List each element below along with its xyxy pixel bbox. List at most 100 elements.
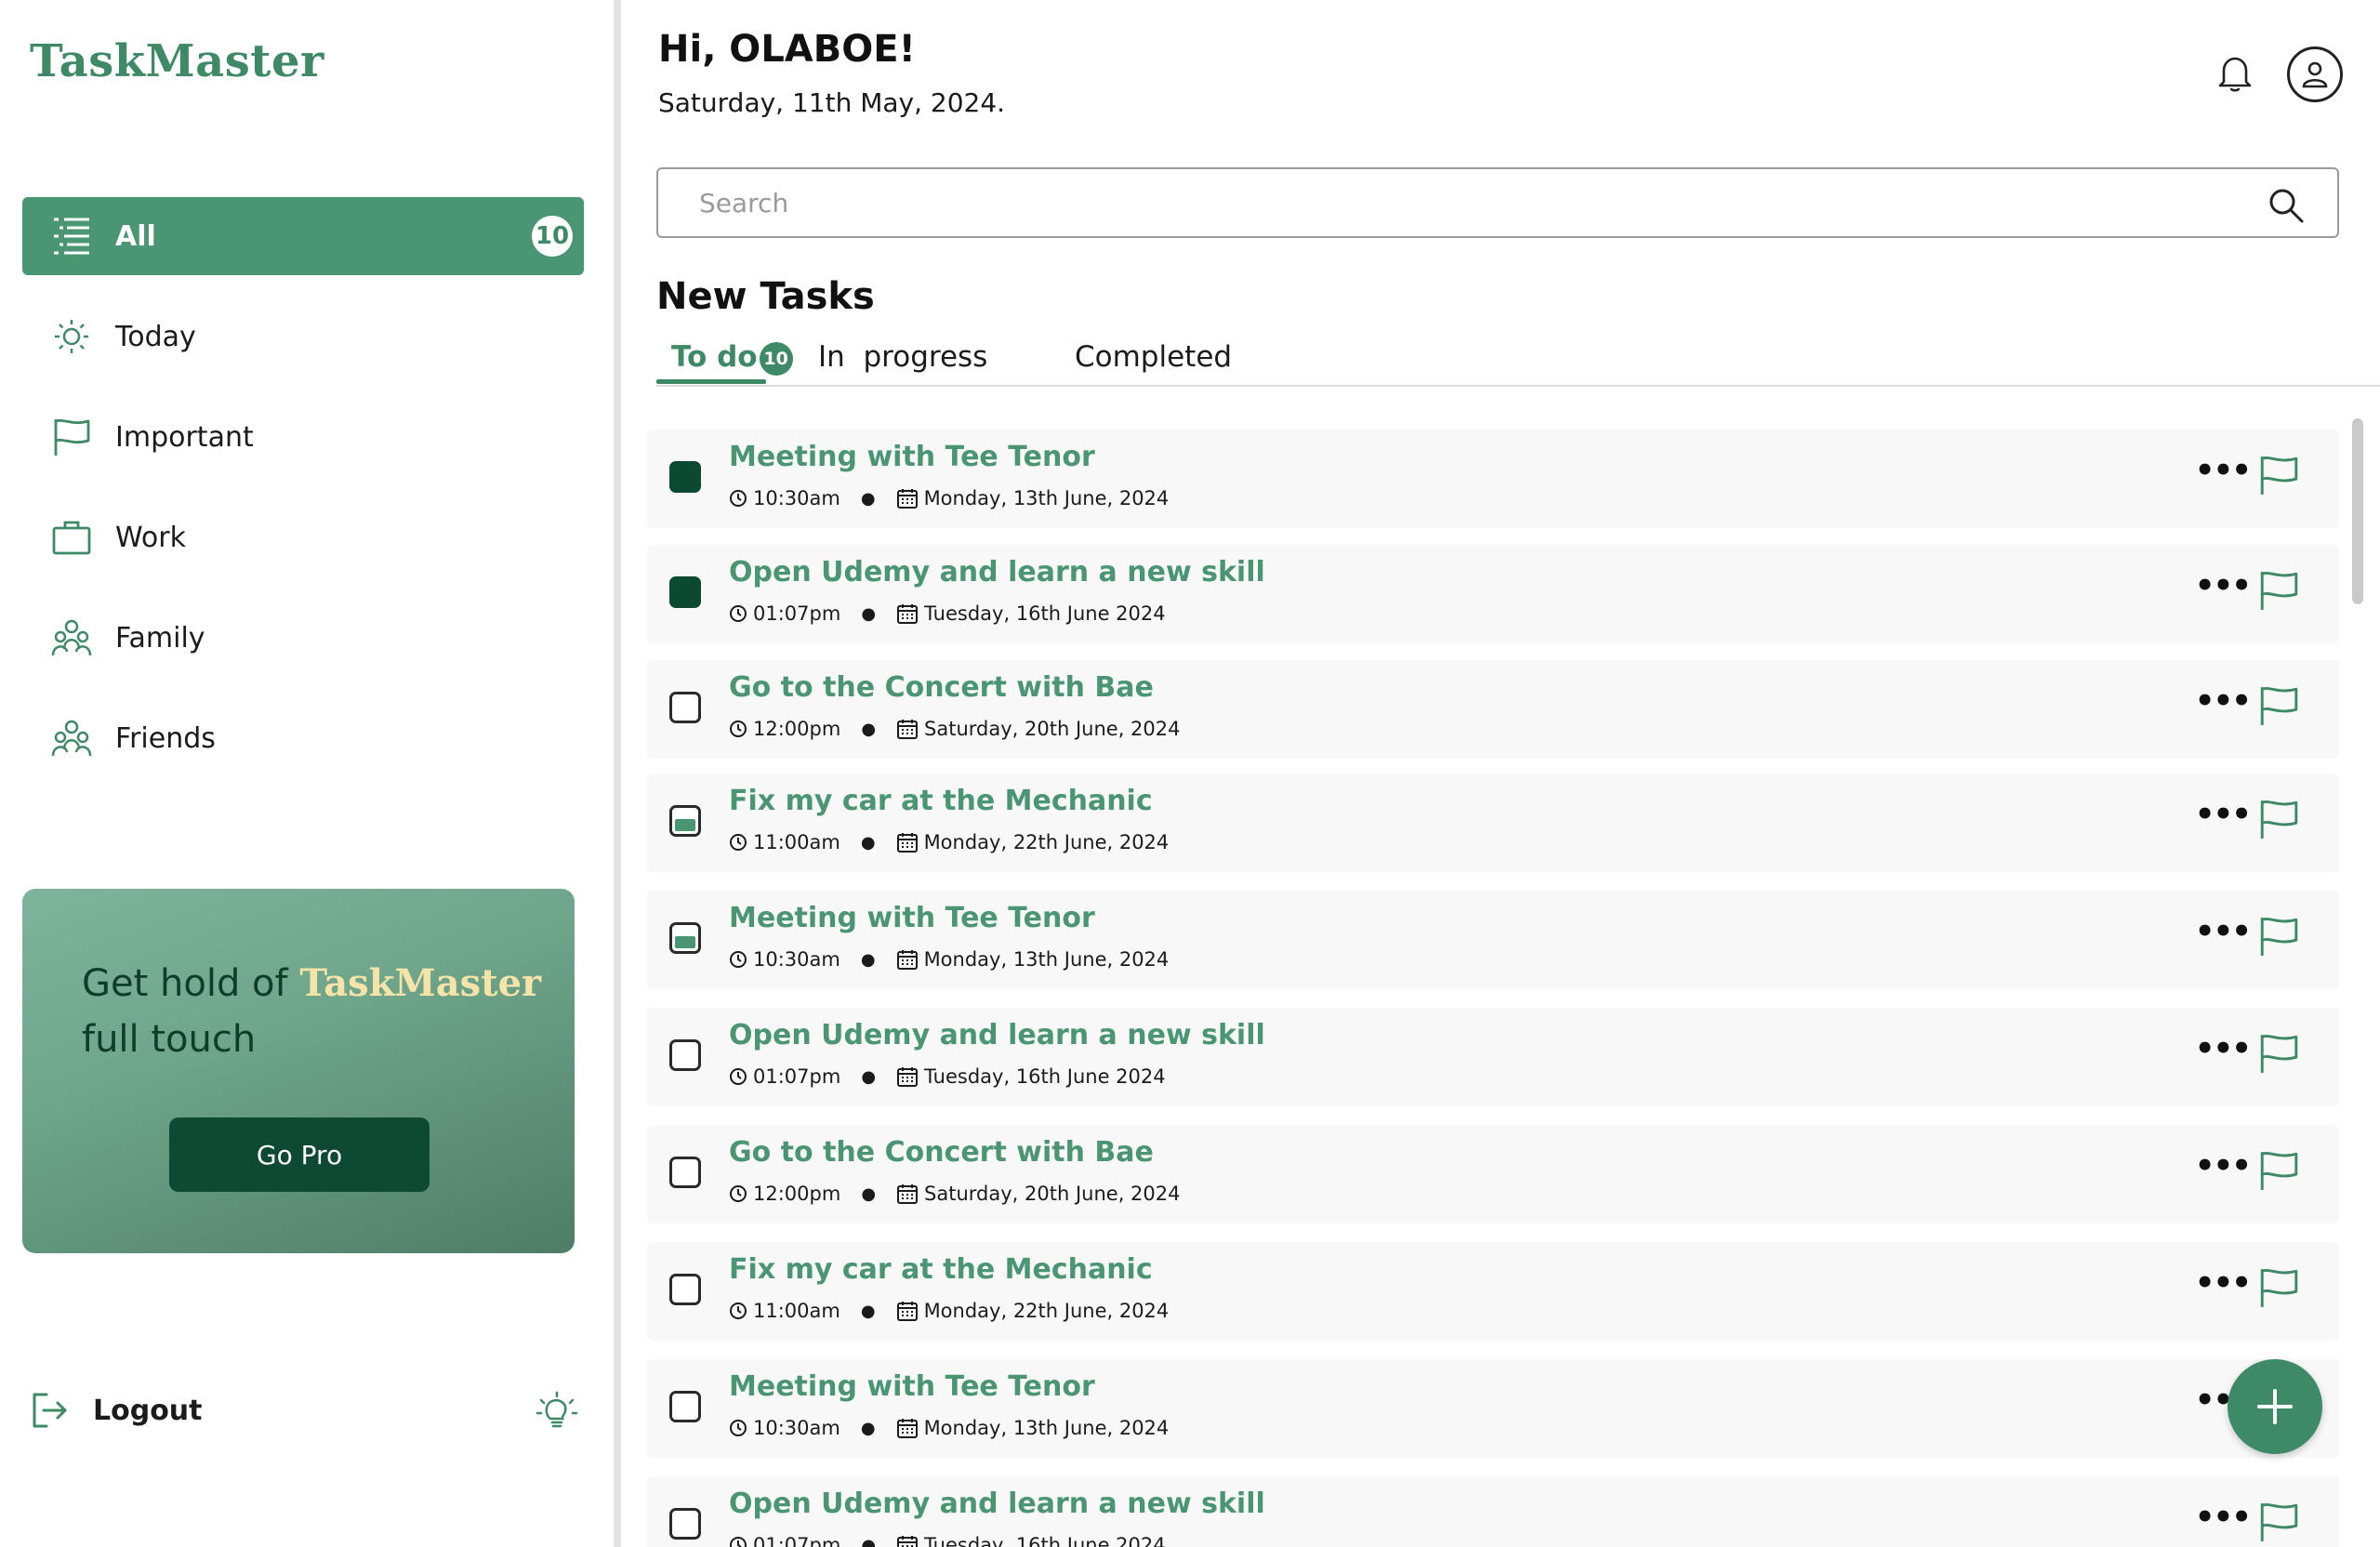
task-title: Open Udemy and learn a new skill	[729, 1019, 1265, 1051]
task-date: Tuesday, 16th June 2024	[924, 602, 1166, 625]
flag-icon[interactable]	[2257, 915, 2300, 961]
sidebar-item-work[interactable]: Work	[22, 498, 584, 576]
meta-separator: ●	[860, 1301, 876, 1321]
task-date: Monday, 22th June, 2024	[923, 1300, 1170, 1322]
tab-in-progress[interactable]: In progress	[818, 340, 987, 374]
task-time: 10:30am	[753, 948, 840, 971]
search-icon[interactable]	[2267, 186, 2306, 229]
task-meta: 10:30am ● Monday, 13th June, 2024	[729, 487, 1169, 509]
meta-separator: ●	[861, 603, 877, 624]
meta-separator: ●	[860, 1418, 876, 1438]
task-row[interactable]: Fix my car at the Mechanic 11:00am ● Mon…	[647, 1242, 2339, 1341]
task-meta: 01:07pm ● Tuesday, 16th June 2024	[729, 1534, 1166, 1547]
sidebar-item-family[interactable]: Family	[22, 599, 584, 677]
user-avatar[interactable]	[2287, 46, 2343, 102]
task-row[interactable]: Open Udemy and learn a new skill 01:07pm…	[647, 1476, 2339, 1547]
more-options-icon[interactable]: •••	[2195, 685, 2252, 717]
logout-label: Logout	[93, 1394, 203, 1427]
task-date: Tuesday, 16th June 2024	[924, 1534, 1166, 1547]
bell-icon[interactable]	[2216, 54, 2254, 97]
task-checkbox[interactable]	[669, 461, 701, 493]
task-checkbox[interactable]	[669, 576, 701, 608]
promo-line2: full touch	[82, 1018, 257, 1061]
logout-button[interactable]: Logout	[30, 1391, 203, 1430]
section-title: New Tasks	[656, 275, 875, 318]
task-meta: 01:07pm ● Tuesday, 16th June 2024	[729, 602, 1166, 625]
add-task-button[interactable]	[2228, 1359, 2322, 1454]
task-row[interactable]: Meeting with Tee Tenor 10:30am ● Monday,…	[647, 1359, 2339, 1458]
promo-card: Get hold of TaskMaster full touch Go Pro	[22, 889, 575, 1253]
more-options-icon[interactable]: •••	[2195, 1033, 2252, 1064]
task-meta: 11:00am ● Monday, 22th June, 2024	[729, 1300, 1169, 1322]
clock-icon	[730, 605, 747, 622]
clock-icon	[730, 1185, 747, 1202]
search-input[interactable]	[658, 169, 2239, 236]
task-row[interactable]: Open Udemy and learn a new skill 01:07pm…	[647, 1008, 2339, 1106]
flag-icon[interactable]	[2257, 1149, 2300, 1196]
clock-icon	[730, 951, 747, 968]
task-checkbox[interactable]	[669, 692, 701, 723]
flag-icon[interactable]	[2257, 798, 2300, 844]
meta-separator: ●	[861, 1183, 877, 1204]
clock-icon	[730, 834, 747, 851]
task-checkbox[interactable]	[669, 1274, 701, 1305]
meta-separator: ●	[861, 719, 877, 739]
task-checkbox[interactable]	[669, 1157, 701, 1188]
lightbulb-icon[interactable]	[536, 1391, 578, 1437]
task-time: 01:07pm	[753, 1534, 841, 1547]
more-options-icon[interactable]: •••	[2195, 1501, 2252, 1533]
count-badge: 10	[532, 216, 573, 257]
calendar-icon	[897, 604, 919, 624]
task-date: Monday, 13th June, 2024	[923, 948, 1170, 971]
flag-icon[interactable]	[2257, 1266, 2300, 1313]
task-row[interactable]: Go to the Concert with Bae 12:00pm ● Sat…	[647, 660, 2339, 759]
clock-icon	[730, 1537, 747, 1547]
task-row[interactable]: Meeting with Tee Tenor 10:30am ● Monday,…	[647, 430, 2339, 528]
sidebar-item-friends[interactable]: Friends	[22, 699, 584, 777]
tab-todo[interactable]: To do 10	[671, 340, 793, 376]
task-row[interactable]: Open Udemy and learn a new skill 01:07pm…	[647, 545, 2339, 643]
task-checkbox[interactable]	[669, 922, 701, 954]
task-checkbox[interactable]	[669, 1508, 701, 1540]
task-time: 12:00pm	[753, 1183, 841, 1205]
clock-icon	[730, 1068, 747, 1085]
tab-completed[interactable]: Completed	[1075, 340, 1232, 374]
more-options-icon[interactable]: •••	[2195, 570, 2252, 602]
flag-icon[interactable]	[2257, 684, 2300, 731]
people-icon	[48, 715, 95, 761]
task-row[interactable]: Fix my car at the Mechanic 11:00am ● Mon…	[647, 774, 2339, 872]
task-row[interactable]: Go to the Concert with Bae 12:00pm ● Sat…	[647, 1125, 2339, 1223]
task-time: 01:07pm	[753, 602, 841, 625]
task-date: Monday, 13th June, 2024	[923, 487, 1170, 509]
task-checkbox[interactable]	[669, 1039, 701, 1071]
more-options-icon[interactable]: •••	[2195, 916, 2252, 947]
sidebar-item-today[interactable]: Today	[22, 298, 584, 376]
sidebar-item-label: Today	[115, 320, 196, 353]
task-checkbox[interactable]	[669, 805, 701, 837]
meta-separator: ●	[861, 1535, 877, 1547]
task-checkbox[interactable]	[669, 1391, 701, 1422]
more-options-icon[interactable]: •••	[2195, 455, 2252, 486]
sidebar-item-all[interactable]: All 10	[22, 197, 584, 275]
task-time: 12:00pm	[753, 718, 841, 740]
sidebar-divider	[614, 0, 621, 1547]
sidebar-item-label: Family	[115, 621, 205, 654]
flag-icon[interactable]	[2257, 1501, 2300, 1547]
scrollbar-thumb[interactable]	[2352, 418, 2363, 604]
calendar-icon	[897, 1184, 919, 1204]
task-title: Fix my car at the Mechanic	[729, 1253, 1153, 1286]
flag-icon[interactable]	[2257, 454, 2300, 500]
active-tab-indicator	[656, 379, 766, 384]
more-options-icon[interactable]: •••	[2195, 799, 2252, 830]
more-options-icon[interactable]: •••	[2195, 1150, 2252, 1182]
flag-icon[interactable]	[2257, 1032, 2300, 1078]
sidebar-item-important[interactable]: Important	[22, 398, 584, 476]
task-row[interactable]: Meeting with Tee Tenor 10:30am ● Monday,…	[647, 891, 2339, 989]
calendar-icon	[896, 833, 918, 853]
calendar-icon	[896, 950, 918, 970]
task-meta: 11:00am ● Monday, 22th June, 2024	[729, 831, 1169, 853]
go-pro-button[interactable]: Go Pro	[169, 1117, 430, 1192]
flag-icon[interactable]	[2257, 569, 2300, 615]
flag-icon	[48, 414, 95, 460]
more-options-icon[interactable]: •••	[2195, 1267, 2252, 1299]
